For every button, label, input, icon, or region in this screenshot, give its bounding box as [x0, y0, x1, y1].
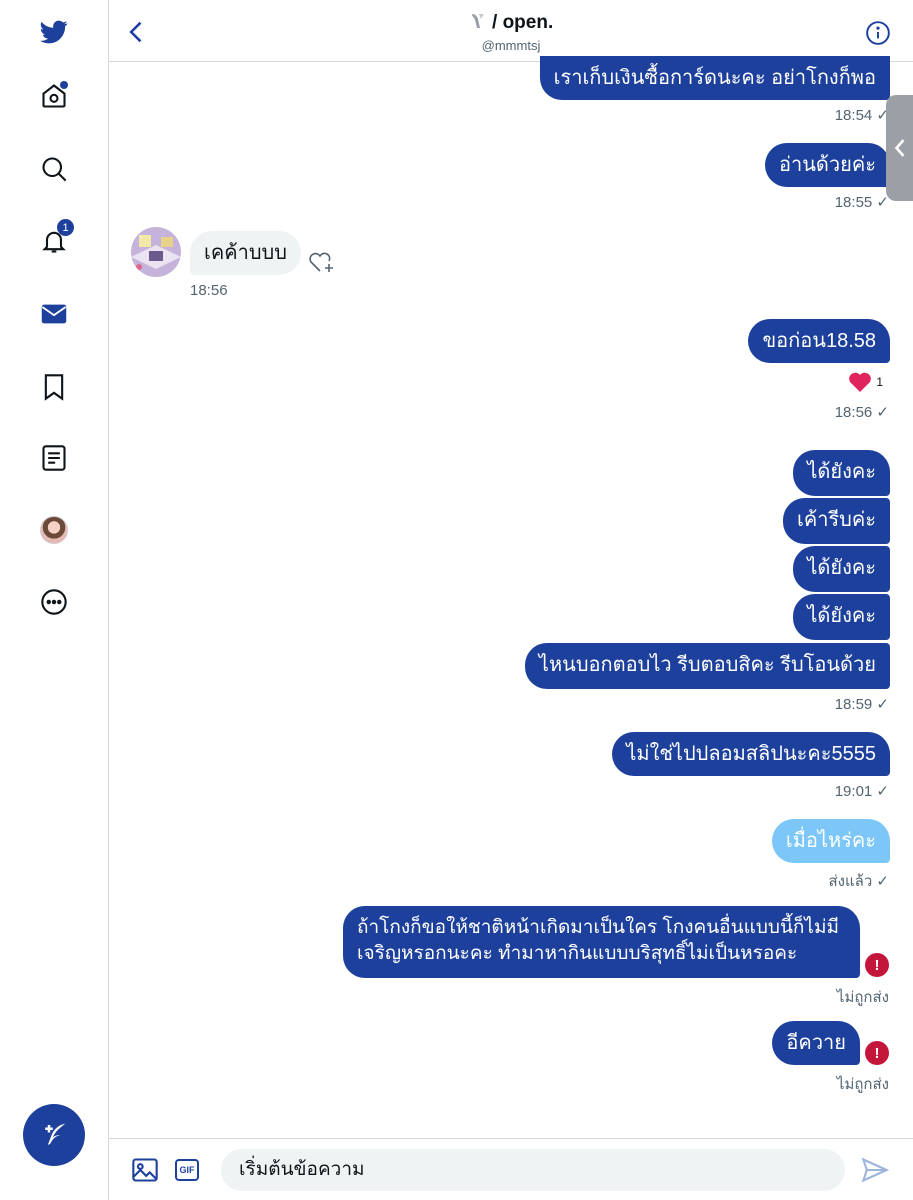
message-timestamp: 19:01 ✓ [834, 783, 889, 800]
twitter-logo-icon[interactable] [36, 14, 72, 50]
message-bubble-sent[interactable]: ขอก่อน18.58 [748, 319, 890, 363]
sidebar: 1 [0, 0, 109, 1200]
message-bubble-sent[interactable]: ได้ยังคะ [793, 546, 890, 592]
mail-icon[interactable] [36, 296, 72, 332]
message-bubble-sent[interactable]: ไม่ใช่ไปปลอมสลิปนะคะ5555 [612, 732, 890, 776]
home-new-dot [60, 81, 68, 89]
list-icon[interactable] [36, 440, 72, 476]
message-composer: GIF [109, 1138, 913, 1200]
image-icon[interactable] [131, 1156, 159, 1184]
message-bubble-sent[interactable]: ได้ยังคะ [793, 594, 890, 640]
conversation-handle: @mmmtsj [481, 38, 541, 53]
message-bubble-sent[interactable]: เราเก็บเงินซื้อการ์ดนะคะ อย่าโกงก็พอ [539, 56, 890, 100]
conversation-title[interactable]: / open. [109, 12, 913, 34]
send-icon[interactable] [861, 1156, 890, 1184]
sender-avatar[interactable] [131, 227, 181, 277]
conversation-header: / open. @mmmtsj [109, 0, 913, 62]
message-bubble-sent[interactable]: เค้ารีบค่ะ [782, 498, 890, 544]
notification-count-badge: 1 [57, 219, 74, 236]
error-icon[interactable]: ! [865, 953, 889, 977]
message-bubble-sent[interactable]: ได้ยังคะ [793, 450, 890, 496]
conversation-title-text: / open. [492, 12, 554, 33]
more-icon[interactable] [36, 584, 72, 620]
message-status: ไม่ถูกส่ง [836, 989, 889, 1006]
heart-icon [849, 372, 872, 392]
message-timestamp: 18:56 ✓ [834, 404, 889, 421]
message-line: ถ้าโกงก็ขอให้ชาติหน้าเกิดมาเป็นใคร โกงคน… [357, 917, 840, 938]
profile-nav[interactable] [36, 512, 72, 548]
compose-button[interactable] [23, 1104, 85, 1166]
message-timestamp: 18:54 ✓ [834, 107, 889, 124]
chevron-left-icon [894, 139, 904, 157]
message-bubble-failed[interactable]: อีควาย [772, 1021, 860, 1065]
message-line: เจริญหรอกนะคะ ทำมาหากินแบบบริสุทธิ์ไม่เป… [357, 943, 798, 964]
message-input[interactable] [221, 1149, 845, 1191]
message-status: ส่งแล้ว ✓ [828, 873, 890, 890]
message-timestamp: 18:59 ✓ [834, 696, 889, 713]
bookmark-icon[interactable] [36, 369, 72, 405]
avatar [40, 516, 68, 544]
gif-button[interactable]: GIF [175, 1159, 199, 1181]
side-panel-handle[interactable] [886, 95, 913, 201]
message-bubble-sent[interactable]: อ่านด้วยค่ะ [765, 143, 890, 187]
home-icon[interactable] [36, 78, 72, 114]
compose-icon [45, 1123, 66, 1145]
info-icon[interactable] [865, 20, 891, 46]
heart-plus-icon[interactable] [307, 249, 335, 275]
search-icon[interactable] [36, 151, 72, 187]
error-icon[interactable]: ! [865, 1041, 889, 1065]
emoji-icon [469, 12, 487, 30]
message-timestamp: 18:56 [190, 282, 228, 299]
message-timestamp: 18:55 ✓ [834, 194, 889, 211]
message-status: ไม่ถูกส่ง [836, 1076, 889, 1093]
message-bubble-pending[interactable]: เมื่อไหร่คะ [771, 819, 890, 863]
bell-icon[interactable]: 1 [36, 219, 74, 259]
message-bubble-received[interactable]: เคค้าบบบ [190, 231, 301, 275]
reaction[interactable]: 1 [823, 372, 883, 392]
message-bubble-sent[interactable]: ไหนบอกตอบไว รีบตอบสิคะ รีบโอนด้วย [524, 643, 890, 689]
reaction-count: 1 [876, 375, 883, 389]
message-bubble-failed[interactable]: ถ้าโกงก็ขอให้ชาติหน้าเกิดมาเป็นใคร โกงคน… [343, 906, 860, 978]
